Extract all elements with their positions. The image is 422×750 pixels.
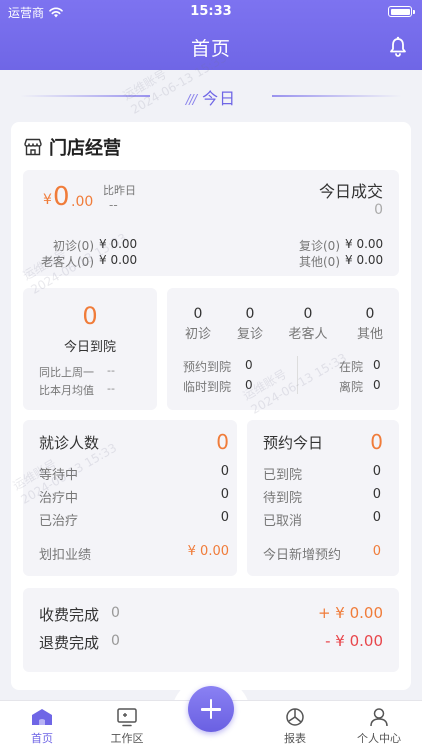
new-appointments-value: 0 <box>372 544 381 559</box>
cancelled-label: 已取消 <box>263 514 303 529</box>
week-compare-label: 同比上周一 <box>39 366 94 379</box>
pending-arrival-label: 待到院 <box>263 491 303 506</box>
tab-profile-label: 个人中心 <box>357 732 401 745</box>
month-compare-label: 比本月均值 <box>39 384 94 397</box>
tab-profile[interactable]: 个人中心 <box>344 707 414 746</box>
tab-workspace[interactable]: 工作区 <box>92 707 162 746</box>
treated-label: 已治疗 <box>39 514 79 529</box>
revisit-type-label: 复诊 <box>236 327 263 342</box>
add-button[interactable] <box>188 686 234 732</box>
arrived-value: 0 <box>372 464 381 479</box>
profile-icon <box>370 708 388 727</box>
appointment-arrival-label: 预约到院 <box>183 360 232 374</box>
deduction-value: ¥ 0.00 <box>187 544 229 559</box>
old-customer-type-label: 老客人 <box>288 327 328 342</box>
cancelled-value: 0 <box>372 510 381 525</box>
refund-done-label: 退费完成 <box>39 634 100 652</box>
revenue-currency: ¥ <box>43 192 52 208</box>
old-customer-amount: ¥ 0.00 <box>99 253 138 267</box>
in-hospital-label: 在院 <box>339 360 364 374</box>
deals-label: 今日成交 <box>318 182 383 201</box>
tab-workspace-label: 工作区 <box>110 732 144 745</box>
other-label: 其他(0) <box>299 255 340 269</box>
temp-arrival-value: 0 <box>245 378 253 392</box>
tab-home[interactable]: 首页 <box>7 707 77 746</box>
old-customer-label: 老客人(0) <box>41 255 94 269</box>
in-hospital-value: 0 <box>373 358 381 372</box>
deals-value: 0 <box>374 202 383 218</box>
pending-arrival-value: 0 <box>372 487 381 502</box>
revenue-panel[interactable]: ¥ 0 .00 比昨日 -- 今日成交 0 初诊(0) ¥ 0.00 老客人(0… <box>23 170 399 276</box>
charges-panel[interactable]: 收费完成 0 + ¥ 0.00 退费完成 0 - ¥ 0.00 <box>23 588 399 672</box>
appointments-title: 预约今日 <box>263 434 324 452</box>
old-customer-count: 0 <box>303 306 313 322</box>
other-count: 0 <box>365 306 375 322</box>
page-title: 首页 <box>190 38 231 60</box>
today-label: /// 今日 <box>0 85 422 109</box>
workspace-icon <box>117 708 137 727</box>
divider-slashes: /// <box>185 93 197 108</box>
vs-yesterday-value: -- <box>109 198 118 212</box>
treated-value: 0 <box>220 510 229 525</box>
patients-title: 就诊人数 <box>39 434 100 452</box>
waiting-value: 0 <box>220 464 229 479</box>
arrival-label: 今日到院 <box>63 340 116 355</box>
revisit-count: 0 <box>245 306 255 322</box>
battery-icon <box>388 6 415 17</box>
waiting-label: 等待中 <box>39 468 79 483</box>
other-amount: ¥ 0.00 <box>345 253 384 267</box>
appointments-panel[interactable]: 预约今日 0 已到院 0 待到院 0 已取消 0 今日新增预约 0 <box>247 420 399 576</box>
deduction-label: 划扣业绩 <box>39 548 92 563</box>
in-treatment-value: 0 <box>220 487 229 502</box>
left-hospital-value: 0 <box>373 378 381 392</box>
patients-count: 0 <box>216 430 229 454</box>
visit-breakdown-panel[interactable]: 0 初诊 0 复诊 0 老客人 0 其他 预约到院 0 临时到院 0 在院 0 … <box>167 288 399 410</box>
store-title: 门店经营 <box>49 138 121 159</box>
report-icon <box>286 708 304 726</box>
revisit-amount: ¥ 0.00 <box>345 237 384 251</box>
month-compare-value: -- <box>107 382 115 395</box>
charge-done-label: 收费完成 <box>39 606 100 624</box>
revenue-amount: 0 <box>53 182 70 212</box>
store-icon <box>24 138 42 156</box>
appointment-arrival-value: 0 <box>245 358 253 372</box>
notification-bell-icon[interactable] <box>388 36 408 58</box>
temp-arrival-label: 临时到院 <box>183 380 232 394</box>
refund-done-count: 0 <box>111 633 120 649</box>
patients-panel[interactable]: 就诊人数 0 等待中 0 治疗中 0 已治疗 0 划扣业绩 ¥ 0.00 <box>23 420 237 576</box>
week-compare-value: -- <box>107 364 115 377</box>
left-hospital-label: 离院 <box>339 380 364 394</box>
tab-report[interactable]: 报表 <box>260 707 330 746</box>
detail-divider <box>297 356 298 394</box>
revenue-decimals: .00 <box>71 194 94 210</box>
store-operations-card: 门店经营 ¥ 0 .00 比昨日 -- 今日成交 0 初诊(0) ¥ 0.00 … <box>11 122 411 690</box>
tab-report-label: 报表 <box>284 732 306 745</box>
appointments-count: 0 <box>370 430 383 454</box>
new-appointments-label: 今日新增预约 <box>263 548 342 563</box>
today-text: 今日 <box>202 89 237 108</box>
arrival-count: 0 <box>82 302 98 330</box>
app-header: 运营商 15:33 首页 <box>0 0 422 70</box>
in-treatment-label: 治疗中 <box>39 491 79 506</box>
status-bar: 运营商 15:33 <box>0 0 422 22</box>
tab-home-label: 首页 <box>31 732 53 745</box>
other-type-label: 其他 <box>356 327 383 342</box>
charge-done-amount: + ¥ 0.00 <box>317 604 383 622</box>
revisit-label: 复诊(0) <box>299 239 340 253</box>
first-visit-label: 初诊(0) <box>53 239 94 253</box>
first-visit-amount: ¥ 0.00 <box>99 237 138 251</box>
first-visit-type-label: 初诊 <box>184 327 211 342</box>
card-title: 门店经营 <box>23 134 121 160</box>
charge-done-count: 0 <box>111 605 120 621</box>
clock: 15:33 <box>190 4 232 19</box>
arrival-panel[interactable]: 0 今日到院 同比上周一 -- 比本月均值 -- <box>23 288 157 410</box>
first-visit-count: 0 <box>193 306 203 322</box>
vs-yesterday-label: 比昨日 <box>103 184 136 197</box>
refund-done-amount: - ¥ 0.00 <box>325 632 383 650</box>
today-divider: /// 今日 <box>0 80 422 110</box>
home-icon <box>32 709 52 725</box>
arrived-label: 已到院 <box>263 468 303 483</box>
